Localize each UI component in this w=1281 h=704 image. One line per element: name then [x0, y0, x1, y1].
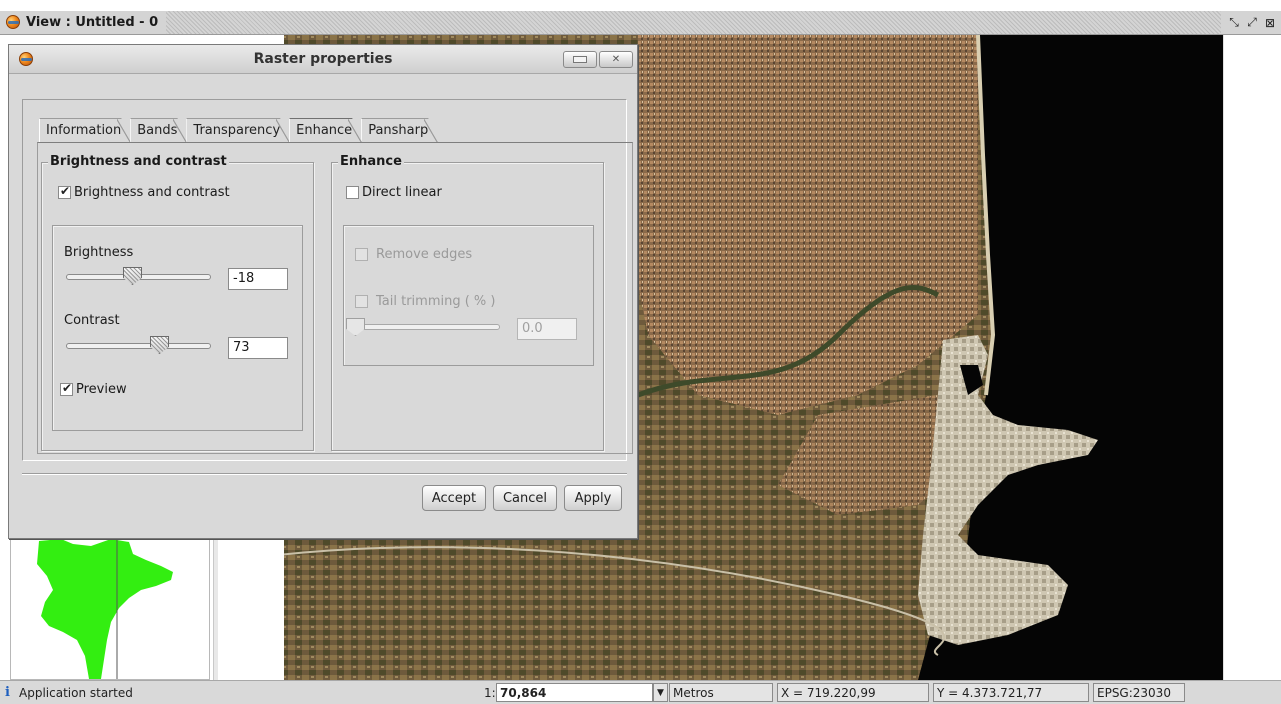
gvsig-logo-icon [6, 15, 20, 29]
contrast-slider-track[interactable] [66, 343, 211, 349]
tab-bands[interactable]: Bands [130, 118, 187, 142]
status-message: Application started [19, 686, 133, 700]
minimize-icon [573, 56, 587, 63]
locator-map-land-icon [37, 536, 173, 679]
tab-label: Enhance [296, 123, 353, 138]
preview-checkbox[interactable]: Preview [60, 381, 127, 397]
y-coordinate: Y = 4.373.721,77 [933, 683, 1089, 702]
checkbox-label: Remove edges [376, 247, 473, 262]
view-window-controls: ⤡ ⤢ ⊠ [1221, 11, 1281, 34]
dialog-title: Raster properties [253, 51, 393, 67]
view-title: View : Untitled - 0 [26, 15, 159, 30]
checkbox-box[interactable] [346, 186, 359, 199]
scale-prefix: 1: [484, 686, 496, 700]
contrast-input[interactable]: 73 [228, 337, 288, 359]
maximize-icon[interactable]: ⤢ [1245, 15, 1259, 30]
tab-label: Pansharp [368, 123, 429, 138]
accept-button[interactable]: Accept [422, 485, 486, 511]
checkbox-label: Preview [76, 382, 127, 397]
tab-information[interactable]: Information [39, 118, 131, 142]
tab-pansharp[interactable]: Pansharp [361, 118, 438, 142]
brightness-input[interactable]: -18 [228, 268, 288, 290]
checkbox-box[interactable] [355, 248, 368, 261]
direct-linear-checkbox[interactable]: Direct linear [346, 185, 442, 200]
tail-trimming-slider-track[interactable] [348, 324, 500, 330]
apply-button[interactable]: Apply [564, 485, 622, 511]
tab-transparency[interactable]: Transparency [186, 118, 290, 142]
tab-label: Transparency [193, 123, 281, 138]
checkbox-label: Direct linear [362, 185, 442, 200]
checkbox-box[interactable] [60, 381, 73, 396]
units-field: Metros [669, 683, 773, 702]
restore-icon[interactable]: ⤡ [1227, 15, 1241, 30]
locator-map[interactable] [10, 535, 210, 680]
group-legend: Brightness and contrast [48, 154, 229, 170]
scale-dropdown-button[interactable]: ▼ [653, 683, 668, 702]
tail-trimming-input[interactable]: 0.0 [517, 318, 577, 340]
tab-label: Bands [137, 123, 178, 138]
checkbox-box[interactable] [58, 184, 71, 199]
tab-enhance[interactable]: Enhance [289, 118, 362, 142]
x-coordinate: X = 719.220,99 [777, 683, 929, 702]
status-bar: i Application started 1: 70,864 ▼ Metros… [0, 680, 1281, 704]
tab-strip: Information Bands Transparency Enhance P… [39, 118, 437, 142]
checkbox-box[interactable] [355, 295, 368, 308]
brightness-contrast-checkbox[interactable]: Brightness and contrast [58, 184, 230, 200]
dialog-window-controls: ✕ [563, 51, 633, 68]
cancel-button[interactable]: Cancel [493, 485, 557, 511]
group-legend: Enhance [338, 154, 404, 170]
close-button[interactable]: ✕ [599, 51, 633, 68]
remove-edges-checkbox[interactable]: Remove edges [355, 247, 472, 262]
brightness-label: Brightness [64, 245, 134, 260]
tail-trimming-checkbox[interactable]: Tail trimming ( % ) [355, 294, 496, 309]
dialog-title-bar[interactable]: Raster properties ✕ [9, 45, 637, 74]
raster-properties-dialog: Raster properties ✕ Information Bands Tr… [8, 44, 638, 539]
map-right-margin [1223, 35, 1281, 680]
contrast-label: Contrast [64, 313, 120, 328]
chevron-down-icon: ▼ [657, 687, 664, 698]
projection-field: EPSG:23030 [1093, 683, 1185, 702]
tab-label: Information [46, 123, 122, 138]
info-icon: i [5, 685, 10, 700]
checkbox-label: Tail trimming ( % ) [376, 294, 496, 309]
close-icon: ✕ [611, 54, 621, 65]
dialog-separator [22, 473, 627, 475]
minimize-button[interactable] [563, 51, 597, 68]
view-title-bar: View : Untitled - 0 ⤡ ⤢ ⊠ [0, 11, 1281, 35]
close-view-icon[interactable]: ⊠ [1263, 16, 1277, 30]
checkbox-label: Brightness and contrast [74, 185, 230, 200]
scale-input[interactable]: 70,864 [496, 683, 653, 702]
view-title-box: View : Untitled - 0 [0, 11, 167, 34]
